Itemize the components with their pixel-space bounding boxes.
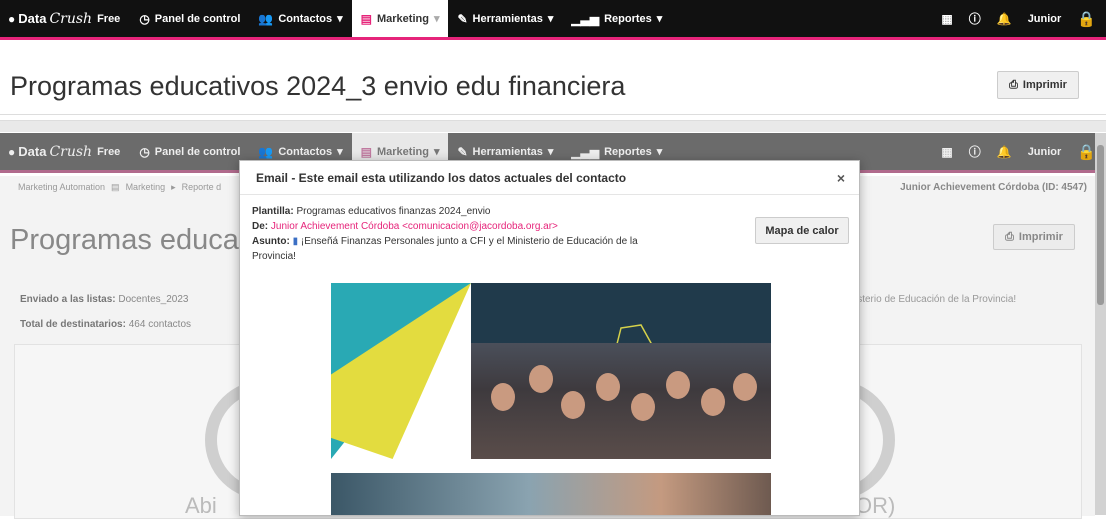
scrollbar[interactable] bbox=[1095, 133, 1106, 515]
apple-logo-icon: ● bbox=[8, 11, 16, 26]
lists-info: Enviado a las listas: Docentes_2023 bbox=[20, 294, 189, 305]
user-menu[interactable]: Junior bbox=[1028, 13, 1062, 25]
page-header: Programas educativos 2024_3 envio edu fi… bbox=[0, 43, 1106, 115]
wrench-icon: ✎ bbox=[457, 144, 468, 159]
page-title: Programas educativos 2024_3 envio edu fi… bbox=[10, 71, 626, 101]
nav-item-contactos[interactable]: 👥 Contactos ▾ bbox=[249, 0, 351, 37]
bell-icon: 🔔 bbox=[996, 144, 1012, 159]
chevron-down-icon: ▾ bbox=[547, 146, 554, 158]
gauge-label-right: OR) bbox=[855, 493, 896, 518]
chevron-down-icon: ▾ bbox=[656, 146, 663, 158]
students-photo bbox=[471, 343, 771, 459]
printer-icon: ⎙ bbox=[1009, 78, 1018, 91]
modal-title: Email - Este email esta utilizando los d… bbox=[240, 161, 859, 195]
users-icon: 👥 bbox=[258, 11, 274, 26]
nav-item-reportes[interactable]: ▁▃▅ Reportes ▾ bbox=[562, 0, 671, 37]
document-icon: ▤ bbox=[360, 11, 372, 26]
breadcrumb: Marketing Automation ▤ Marketing ▸ Repor… bbox=[18, 182, 222, 192]
nav-item-marketing[interactable]: ▤ Marketing ▾ bbox=[351, 0, 449, 37]
background-print-button: ⎙ Imprimir bbox=[993, 224, 1075, 250]
top-navbar: ● Data Crush Free ◷ Panel de control 👥 Conta… bbox=[0, 0, 1106, 40]
info-icon: ⓘ bbox=[968, 145, 981, 159]
wrench-icon: ✎ bbox=[457, 11, 468, 26]
info-icon[interactable]: ⓘ bbox=[969, 10, 981, 27]
background-page-title: Programas educat bbox=[10, 224, 247, 256]
email-info: Plantilla: Programas educativos finanzas… bbox=[252, 204, 682, 264]
bar-chart-icon: ▁▃▅ bbox=[571, 11, 600, 26]
divider bbox=[0, 120, 1106, 132]
user-menu: Junior bbox=[1027, 145, 1062, 158]
chevron-down-icon: ▾ bbox=[656, 13, 663, 25]
close-icon[interactable]: × bbox=[837, 170, 845, 186]
chevron-down-icon: ▾ bbox=[547, 13, 554, 25]
calendar-icon: ▦ bbox=[941, 144, 953, 159]
dashboard-icon: ◷ bbox=[139, 11, 150, 26]
chevron-down-icon: ▾ bbox=[337, 146, 343, 158]
subject-tail: isterio de Educación de la Provincia! bbox=[855, 294, 1017, 305]
document-icon: ▤ bbox=[360, 144, 372, 159]
subject-row: Asunto: ▮ ¡Enseñá Finanzas Personales ju… bbox=[252, 236, 638, 262]
bell-icon[interactable]: 🔔 bbox=[997, 12, 1012, 26]
account-name: Junior Achievement Córdoba (ID: 4547) bbox=[900, 182, 1087, 193]
recipients-info: Total de destinatarios: 464 contactos bbox=[20, 319, 191, 330]
template-row: Plantilla: Programas educativos finanzas… bbox=[252, 206, 491, 217]
heatmap-button[interactable]: Mapa de calor bbox=[755, 217, 849, 244]
lock-icon: 🔒 bbox=[1077, 143, 1096, 161]
chevron-down-icon: ▾ bbox=[433, 146, 440, 158]
from-row: De: Junior Achievement Córdoba <comunica… bbox=[252, 221, 558, 232]
nav-item-herramientas[interactable]: ✎ Herramientas ▾ bbox=[448, 0, 562, 37]
nav-item-panel: ◷ Panel de control bbox=[139, 144, 241, 159]
chevron-right-icon: ▸ bbox=[171, 182, 176, 192]
bar-chart-icon: ▁▃▅ bbox=[571, 144, 600, 159]
nav-item-panel[interactable]: ◷ Panel de control bbox=[130, 0, 249, 37]
email-preview-modal: Email - Este email esta utilizando los d… bbox=[239, 160, 860, 516]
scrollbar-thumb[interactable] bbox=[1097, 145, 1104, 305]
printer-icon: ⎙ bbox=[1005, 230, 1014, 243]
document-icon: ▤ bbox=[111, 182, 120, 192]
books-icon: ▮ bbox=[292, 236, 299, 247]
chevron-down-icon: ▾ bbox=[337, 13, 343, 25]
lock-icon[interactable]: 🔒 bbox=[1077, 10, 1096, 28]
app-logo[interactable]: ● Data Crush Free bbox=[0, 11, 130, 27]
dashboard-icon: ◷ bbox=[139, 144, 150, 159]
app-logo: ● Data Crush Free bbox=[8, 143, 121, 160]
users-icon: 👥 bbox=[258, 144, 274, 159]
email-banner-image bbox=[331, 283, 771, 459]
email-second-image bbox=[331, 473, 771, 515]
chevron-down-icon: ▾ bbox=[433, 13, 440, 25]
calendar-icon[interactable]: ▦ bbox=[941, 12, 952, 26]
gauge-label-left: Abi bbox=[185, 493, 217, 518]
print-button[interactable]: ⎙ Imprimir bbox=[997, 71, 1079, 99]
apple-logo-icon: ● bbox=[8, 144, 16, 159]
